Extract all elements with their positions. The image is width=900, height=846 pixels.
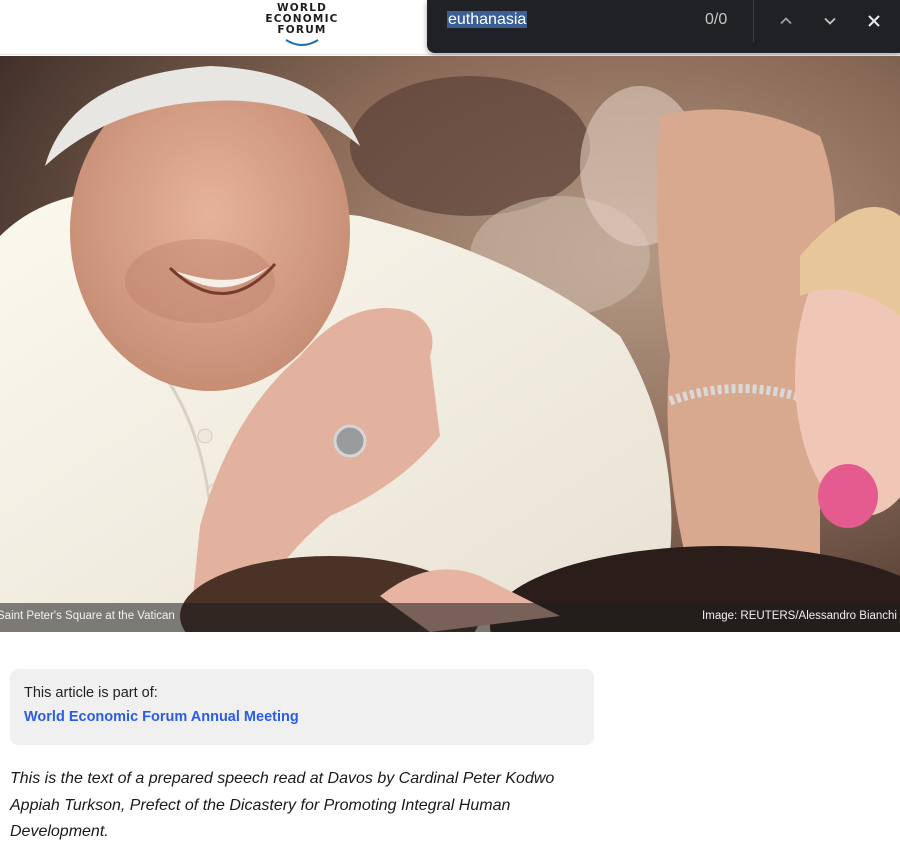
hero-image: Saint Peter's Square at the Vatican Imag… [0, 56, 900, 632]
find-match-count: 0/0 [705, 11, 728, 28]
find-close-button[interactable] [860, 8, 888, 34]
chevron-down-icon [824, 17, 836, 25]
wef-arc-logo-icon [285, 39, 319, 46]
article-part-label: This article is part of: [24, 685, 158, 701]
find-input[interactable]: euthanasia [447, 11, 697, 31]
find-in-page-bar: euthanasia 0/0 [427, 0, 900, 53]
find-previous-button[interactable] [772, 8, 800, 34]
image-credit: Image: REUTERS/Alessandro Bianchi [702, 610, 897, 622]
wef-logo[interactable]: WORLD ECONOMIC FORUM [262, 3, 342, 49]
hero-photo [0, 56, 900, 632]
article-part-box: This article is part of: World Economic … [10, 669, 594, 745]
logo-line-forum: FORUM [277, 24, 327, 36]
close-icon [868, 15, 880, 27]
find-divider [753, 0, 754, 42]
find-query[interactable]: euthanasia [447, 11, 528, 28]
find-next-button[interactable] [816, 8, 844, 34]
article-intro: This is the text of a prepared speech re… [10, 770, 555, 840]
annual-meeting-link[interactable]: World Economic Forum Annual Meeting [24, 709, 299, 725]
image-caption: Saint Peter's Square at the Vatican [0, 610, 175, 622]
image-caption-bar: Saint Peter's Square at the Vatican Imag… [0, 603, 900, 632]
chevron-up-icon [780, 17, 792, 25]
